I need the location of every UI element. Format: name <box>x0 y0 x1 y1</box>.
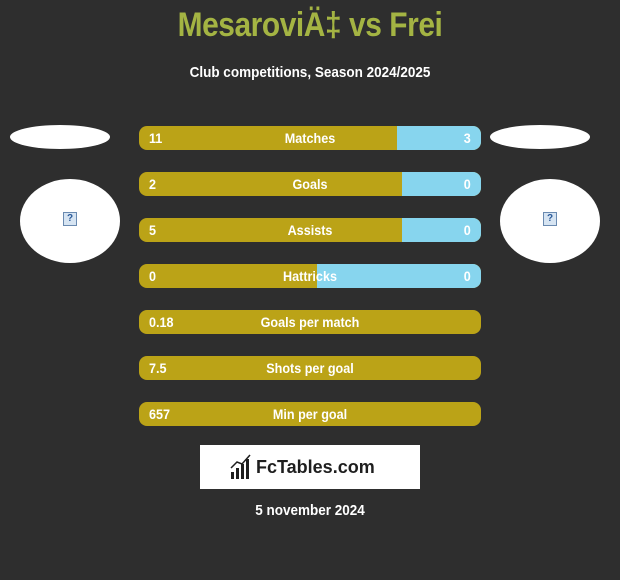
left-value: 2 <box>149 176 157 192</box>
stat-row: 0 Hattricks 0 <box>139 264 481 288</box>
right-value: 3 <box>463 130 471 146</box>
page-title: MesaroviÄ‡ vs Frei <box>177 6 443 44</box>
stat-row: 5 Assists 0 <box>139 218 481 242</box>
stat-label: Goals <box>292 176 328 192</box>
left-value: 0 <box>149 268 157 284</box>
date-label: 5 november 2024 <box>255 502 365 519</box>
left-team-logo: ? <box>20 179 120 263</box>
right-team-logo: ? <box>500 179 600 263</box>
stat-label: Shots per goal <box>266 360 354 376</box>
stat-label: Goals per match <box>260 314 360 330</box>
stat-row: 2 Goals 0 <box>139 172 481 196</box>
left-player-name-placeholder <box>10 125 110 149</box>
right-player-name-placeholder <box>490 125 590 149</box>
right-value: 0 <box>463 268 471 284</box>
brand-name: FcTables.com <box>256 457 375 477</box>
competition-subtitle: Club competitions, Season 2024/2025 <box>189 64 431 81</box>
right-value: 0 <box>463 222 471 238</box>
broken-image-icon: ? <box>543 212 557 226</box>
fctables-brand[interactable]: FcTables.com <box>200 445 420 489</box>
stat-label: Assists <box>287 222 333 238</box>
stat-row: 0.18 Goals per match <box>139 310 481 334</box>
stat-label: Hattricks <box>283 268 337 284</box>
bar-chart-icon <box>230 454 251 479</box>
right-value: 0 <box>463 176 471 192</box>
broken-image-icon: ? <box>63 212 77 226</box>
stat-row: 657 Min per goal <box>139 402 481 426</box>
stat-row: 11 Matches 3 <box>139 126 481 150</box>
left-value: 5 <box>149 222 157 238</box>
stat-label: Min per goal <box>272 406 348 422</box>
stat-label: Matches <box>284 130 336 146</box>
stat-row: 7.5 Shots per goal <box>139 356 481 380</box>
